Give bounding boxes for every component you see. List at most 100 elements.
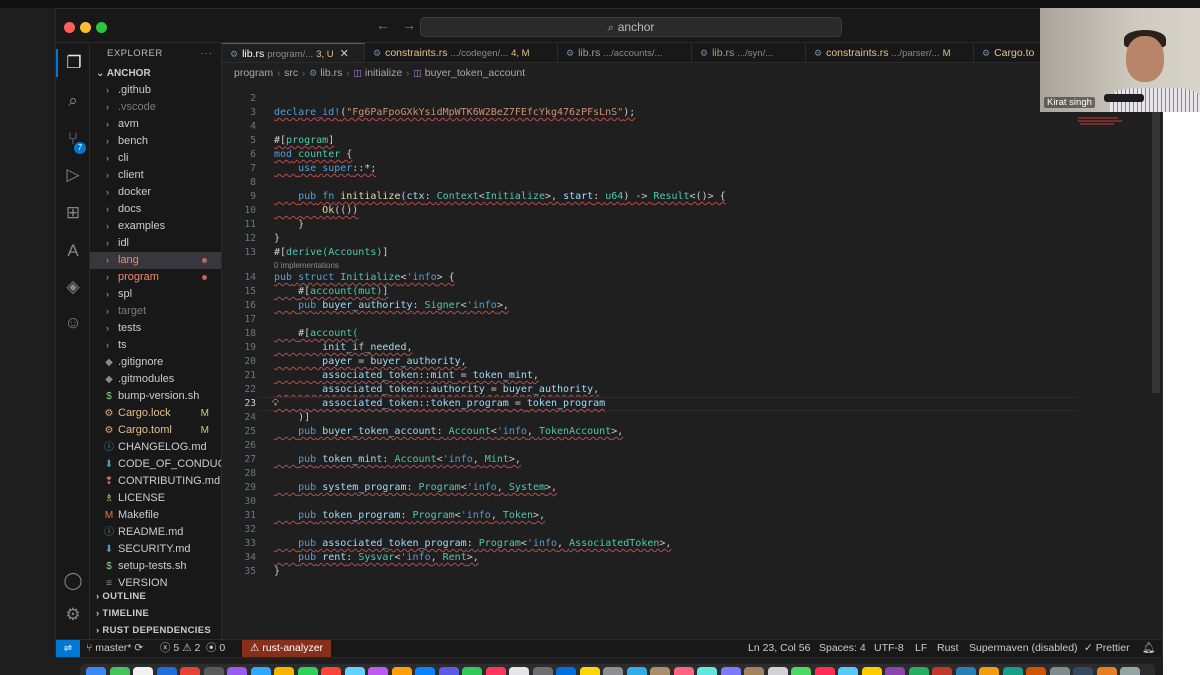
code-editor[interactable]: 2 3 4 5 6 7 8 9 10 11 12 13 14 15 16 17 18 19 20 21 22 23 24 25… bbox=[222, 83, 1162, 639]
dock-app-icon[interactable] bbox=[250, 667, 271, 675]
editor-tab[interactable]: ⚙ constraints.rs .../codegen/... 4, M bbox=[365, 43, 558, 62]
dock-app-icon[interactable] bbox=[791, 667, 811, 675]
dock-app-icon[interactable] bbox=[955, 667, 976, 675]
file-item[interactable]: ◆ .gitignore bbox=[90, 354, 221, 371]
code-line[interactable]: pub system_program: Program<'info, Syste… bbox=[274, 481, 557, 495]
code-line[interactable]: associated_token::authority = buyer_auth… bbox=[274, 383, 599, 397]
folder-item[interactable]: › target bbox=[90, 303, 221, 320]
breadcrumb-item[interactable]: program bbox=[234, 67, 273, 79]
dock-app-icon[interactable] bbox=[744, 667, 764, 675]
dock-app-icon[interactable] bbox=[720, 667, 741, 675]
dock-app-icon[interactable] bbox=[133, 667, 153, 675]
file-item[interactable]: ⚙ Cargo.toml M bbox=[90, 422, 221, 439]
dock-app-icon[interactable] bbox=[391, 667, 412, 675]
folder-item[interactable]: › ts bbox=[90, 337, 221, 354]
extensions-icon[interactable]: ⊞ bbox=[56, 199, 90, 227]
file-item[interactable]: ⓘ README.md bbox=[90, 524, 221, 541]
notifications-bell-icon[interactable]: 🔔︎ bbox=[1142, 640, 1155, 657]
code-line[interactable]: #[program] bbox=[274, 134, 334, 148]
folder-item[interactable]: › client bbox=[90, 167, 221, 184]
file-item[interactable]: ⬇ SECURITY.md bbox=[90, 541, 221, 558]
close-window-button[interactable] bbox=[64, 22, 75, 33]
dock-app-icon[interactable] bbox=[203, 667, 224, 675]
file-item[interactable]: $ setup-tests.sh bbox=[90, 558, 221, 575]
dock-app-icon[interactable] bbox=[1049, 667, 1070, 675]
dock-app-icon[interactable] bbox=[861, 667, 882, 675]
dock-app-icon[interactable] bbox=[1096, 667, 1117, 675]
editor-tab[interactable]: ⚙ lib.rs .../syn/... bbox=[692, 43, 806, 62]
breadcrumb-item[interactable]: initialize bbox=[365, 67, 402, 79]
folder-item[interactable]: › bench bbox=[90, 133, 221, 150]
code-line[interactable]: init_if_needed, bbox=[274, 341, 412, 355]
code-line[interactable]: payer = buyer_authority, bbox=[274, 355, 467, 369]
dock-app-icon[interactable] bbox=[838, 667, 858, 675]
dock-app-icon[interactable] bbox=[979, 667, 999, 675]
rust-analyzer-status[interactable]: ⚠ rust-analyzer bbox=[242, 640, 332, 657]
folder-item[interactable]: › idl bbox=[90, 235, 221, 252]
more-actions-icon[interactable]: ··· bbox=[201, 43, 214, 65]
file-item[interactable]: M Makefile bbox=[90, 507, 221, 524]
folder-item[interactable]: › docs bbox=[90, 201, 221, 218]
dock-app-icon[interactable] bbox=[908, 667, 929, 675]
code-line[interactable]: pub buyer_token_account: Account<'info, … bbox=[274, 425, 623, 439]
editor-scrollbar[interactable] bbox=[1152, 93, 1160, 393]
command-center-search[interactable]: ⌕ anchor bbox=[420, 17, 842, 37]
folder-item[interactable]: › examples bbox=[90, 218, 221, 235]
code-line[interactable]: #[account(mut)] bbox=[274, 285, 388, 299]
copilot-icon[interactable]: ☺ bbox=[56, 309, 90, 337]
ports-item[interactable]: ⦿ 0 bbox=[206, 640, 225, 657]
dock-app-icon[interactable] bbox=[1026, 667, 1046, 675]
code-line[interactable]: #[account( bbox=[274, 327, 358, 341]
file-item[interactable]: ❢ CONTRIBUTING.md bbox=[90, 473, 221, 490]
run-debug-icon[interactable]: ▷ bbox=[56, 161, 90, 189]
dock-app-icon[interactable] bbox=[1002, 667, 1023, 675]
search-icon[interactable]: ⌕ bbox=[56, 87, 90, 115]
dock-app-icon[interactable] bbox=[227, 667, 247, 675]
minimize-window-button[interactable] bbox=[80, 22, 91, 33]
folder-item[interactable]: › program bbox=[90, 269, 221, 286]
sync-icon[interactable]: ⟳ bbox=[134, 642, 143, 654]
dock-app-icon[interactable] bbox=[556, 667, 576, 675]
file-item[interactable]: ⓘ CHANGELOG.md bbox=[90, 439, 221, 456]
dock-app-icon[interactable] bbox=[673, 667, 694, 675]
code-line[interactable]: mod counter { bbox=[274, 148, 352, 162]
code-line[interactable]: } bbox=[274, 565, 280, 579]
editor-tab[interactable]: ⚙ constraints.rs .../parser/... M bbox=[806, 43, 974, 62]
dock-app-icon[interactable] bbox=[1073, 667, 1093, 675]
code-line[interactable]: use super::*; bbox=[274, 162, 376, 176]
dock-app-icon[interactable] bbox=[532, 667, 553, 675]
dock-app-icon[interactable] bbox=[321, 667, 341, 675]
code-line[interactable]: pub buyer_authority: Signer<'info>, bbox=[274, 299, 509, 313]
dock-app-icon[interactable] bbox=[368, 667, 388, 675]
supermaven-status[interactable]: Supermaven (disabled) bbox=[969, 640, 1078, 657]
dock-app-icon[interactable] bbox=[885, 667, 905, 675]
dock-app-icon[interactable] bbox=[344, 667, 365, 675]
minimap[interactable] bbox=[1078, 83, 1148, 639]
maximize-window-button[interactable] bbox=[96, 22, 107, 33]
dock-app-icon[interactable] bbox=[462, 667, 482, 675]
breadcrumb-item[interactable]: src bbox=[284, 67, 298, 79]
code-line[interactable]: pub associated_token_program: Program<'i… bbox=[274, 537, 671, 551]
code-line[interactable]: Ok(()) bbox=[274, 204, 358, 218]
git-branch-item[interactable]: ⑂ master* ⟳ bbox=[86, 640, 143, 657]
file-item[interactable]: ♗ LICENSE bbox=[90, 490, 221, 507]
dock-app-icon[interactable] bbox=[697, 667, 717, 675]
dock-app-icon[interactable] bbox=[156, 667, 177, 675]
dock-app-icon[interactable] bbox=[650, 667, 670, 675]
folder-item[interactable]: › .vscode bbox=[90, 99, 221, 116]
sidebar-section-rust-dependencies[interactable]: › RUST DEPENDENCIES bbox=[90, 622, 221, 639]
dock-app-icon[interactable] bbox=[509, 667, 529, 675]
dock-app-icon[interactable] bbox=[579, 667, 600, 675]
dock-app-icon[interactable] bbox=[1120, 667, 1140, 675]
code-line[interactable]: associated_token::token_program = token_… bbox=[274, 397, 605, 411]
folder-item[interactable]: › cli bbox=[90, 150, 221, 167]
dock-app-icon[interactable] bbox=[109, 667, 130, 675]
folder-item[interactable]: › tests bbox=[90, 320, 221, 337]
dock-app-icon[interactable] bbox=[767, 667, 788, 675]
prettier-status[interactable]: ✓ Prettier bbox=[1084, 640, 1130, 657]
code-line[interactable]: pub token_mint: Account<'info, Mint>, bbox=[274, 453, 521, 467]
code-line[interactable]: pub rent: Sysvar<'info, Rent>, bbox=[274, 551, 479, 565]
settings-gear-icon[interactable]: ⚙ bbox=[56, 601, 90, 629]
file-item[interactable]: $ bump-version.sh bbox=[90, 388, 221, 405]
sidebar-section-outline[interactable]: › OUTLINE bbox=[90, 588, 221, 605]
